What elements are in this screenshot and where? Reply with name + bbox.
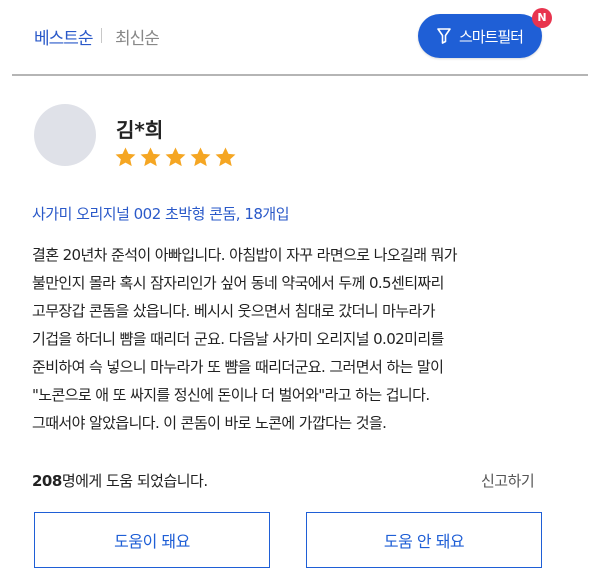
review-body-line: 고무장갑 콘돔을 샀읍니다. 베시시 웃으면서 침대로 갔더니 마누라가 [32, 302, 436, 320]
avatar [34, 104, 96, 166]
review-body: 결혼 20년차 준석이 아빠입니다. 아침밥이 자꾸 라면으로 나오길래 뭐가불… [32, 241, 572, 437]
review-body-line: 준비하여 슥 넣으니 마누라가 또 뺨을 때리더군요. 그러면서 하는 말이 [32, 358, 444, 376]
star-icon [140, 147, 161, 167]
product-link[interactable]: 사가미 오리지널 002 초박형 콘돔, 18개입 [32, 203, 290, 224]
new-badge: N [532, 8, 552, 28]
smart-filter-button[interactable]: 스마트필터 [418, 14, 542, 58]
review-body-line: 결혼 20년차 준석이 아빠입니다. 아침밥이 자꾸 라면으로 나오길래 뭐가 [32, 246, 458, 264]
review-body-line: 불만인지 몰라 혹시 잠자리인가 싶어 동네 약국에서 두께 0.5센티짜리 [32, 274, 444, 292]
star-rating [114, 146, 237, 169]
star-icon [190, 147, 211, 167]
helpful-count-text: 208명에게 도움 되었습니다. [32, 470, 208, 491]
reviewer-name: 김*희 [116, 118, 164, 142]
review-body-line: "노콘으로 애 또 싸지를 정신에 돈이나 더 벌어와"라고 하는 겁니다. [32, 386, 430, 404]
helpful-suffix: 명에게 도움 되었습니다. [61, 472, 208, 490]
star-icon [165, 147, 186, 167]
sort-newest-tab[interactable]: 최신순 [115, 24, 160, 49]
funnel-icon [437, 28, 451, 44]
helpful-count: 208 [32, 472, 62, 490]
section-divider [12, 74, 588, 76]
star-icon [215, 147, 236, 167]
sort-bar: 베스트순 최신순 스마트필터 N [0, 0, 600, 74]
report-link[interactable]: 신고하기 [481, 470, 535, 491]
not-helpful-button[interactable]: 도움 안 돼요 [306, 512, 542, 568]
sort-best-tab[interactable]: 베스트순 [34, 24, 94, 49]
star-icon [115, 147, 136, 167]
smart-filter-label: 스마트필터 [458, 27, 524, 46]
helpful-button[interactable]: 도움이 돼요 [34, 512, 270, 568]
review-body-line: 기겁을 하더니 뺨을 때리더 군요. 다음날 사가미 오리지널 0.02미리를 [32, 330, 444, 348]
sort-divider [101, 28, 102, 43]
review-body-line: 그때서야 알았읍니다. 이 콘돔이 바로 노콘에 가깝다는 것을. [32, 414, 387, 432]
